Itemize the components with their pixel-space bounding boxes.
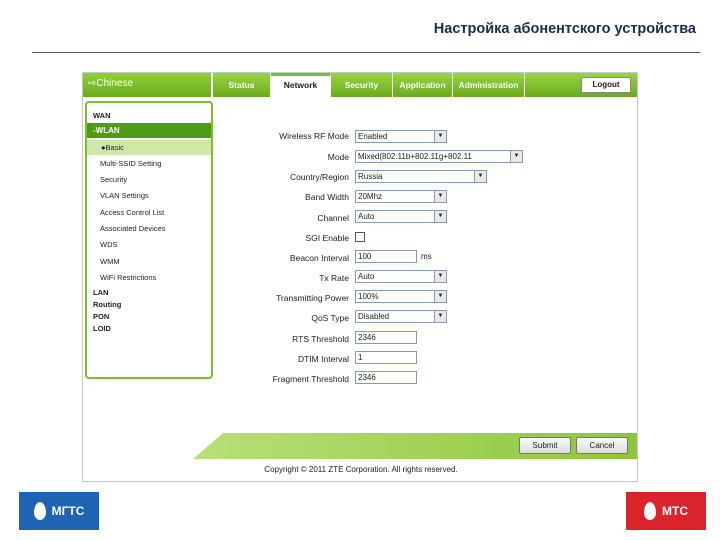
qos-type-select[interactable]: Disabled ▼: [355, 310, 447, 323]
label-rf-mode: Wireless RF Mode: [279, 131, 349, 141]
chevron-down-icon: ▼: [510, 151, 522, 162]
channel-select[interactable]: Auto ▼: [355, 210, 447, 223]
country-value: Russia: [358, 172, 383, 181]
sidebar-item-wan[interactable]: WAN: [93, 111, 111, 121]
logout-button[interactable]: Logout: [581, 77, 631, 93]
rts-threshold-input[interactable]: 2346: [355, 331, 417, 344]
submit-button[interactable]: Submit: [519, 437, 571, 454]
sidebar-item-security[interactable]: Security: [100, 175, 127, 185]
sidebar-item-pon[interactable]: PON: [93, 312, 109, 322]
beacon-interval-input[interactable]: 100: [355, 250, 417, 263]
tab-administration[interactable]: Administration: [453, 73, 525, 97]
sidebar-item-routing[interactable]: Routing: [93, 300, 121, 310]
router-web-ui: ⇨Chinese Status Network Security Applica…: [82, 72, 638, 482]
tab-network[interactable]: Network: [271, 73, 331, 97]
mode-value: Mixed(802.11b+802.11g+802.11: [358, 152, 472, 161]
label-mode: Mode: [327, 152, 349, 162]
left-sidebar: WAN -WLAN ●Basic Multi-SSID Setting Secu…: [85, 101, 213, 379]
sgi-enable-checkbox[interactable]: [355, 232, 365, 242]
band-width-select[interactable]: 20Mhz ▼: [355, 190, 447, 203]
channel-value: Auto: [358, 212, 375, 221]
mts-logo: МТС: [626, 492, 706, 530]
sidebar-item-basic[interactable]: ●Basic: [87, 140, 211, 155]
chevron-down-icon: ▼: [434, 211, 446, 222]
sidebar-item-lan[interactable]: LAN: [93, 288, 108, 298]
tx-power-value: 100%: [358, 292, 379, 301]
language-brand-label[interactable]: ⇨Chinese: [83, 73, 213, 97]
tx-power-select[interactable]: 100% ▼: [355, 290, 447, 303]
beacon-unit-label: ms: [421, 252, 432, 261]
chevron-down-icon: ▼: [434, 311, 446, 322]
dtim-interval-input[interactable]: 1: [355, 351, 417, 364]
chevron-down-icon: ▼: [434, 131, 446, 142]
fragment-threshold-input[interactable]: 2346: [355, 371, 417, 384]
slide-title: Настройка абонентского устройства: [433, 21, 696, 37]
tx-rate-value: Auto: [358, 272, 375, 281]
copyright-text: Copyright © 2011 ZTE Corporation. All ri…: [264, 465, 458, 474]
label-dtim-interval: DTIM Interval: [297, 354, 349, 364]
sidebar-item-wds[interactable]: WDS: [100, 240, 118, 250]
tab-status[interactable]: Status: [213, 73, 271, 97]
mgts-egg-icon: [33, 502, 46, 520]
label-tx-power: Transmitting Power: [276, 293, 349, 303]
sidebar-item-multi-ssid[interactable]: Multi-SSID Setting: [100, 159, 161, 169]
sidebar-item-loid[interactable]: LOID: [93, 324, 111, 334]
chevron-down-icon: ▼: [434, 191, 446, 202]
sidebar-item-associated-devices[interactable]: Associated Devices: [100, 224, 165, 234]
sidebar-item-vlan-settings[interactable]: VLAN Settings: [100, 191, 149, 201]
qos-type-value: Disabled: [358, 312, 390, 321]
rf-mode-select[interactable]: Enabled ▼: [355, 130, 447, 143]
bottom-action-band: [193, 433, 637, 459]
label-country: Country/Region: [289, 172, 349, 182]
chevron-down-icon: ▼: [434, 271, 446, 282]
label-band-width: Band Width: [305, 192, 349, 202]
tx-rate-select[interactable]: Auto ▼: [355, 270, 447, 283]
label-sgi-enable: SGI Enable: [305, 233, 349, 243]
rf-mode-value: Enabled: [358, 132, 388, 141]
chevron-down-icon: ▼: [474, 171, 486, 182]
label-qos-type: QoS Type: [311, 313, 349, 323]
sidebar-item-wlan[interactable]: -WLAN: [87, 123, 211, 138]
label-rts-threshold: RTS Threshold: [292, 334, 349, 344]
tab-application[interactable]: Application: [393, 73, 453, 97]
label-fragment-threshold: Fragment Threshold: [272, 374, 349, 384]
cancel-button[interactable]: Cancel: [576, 437, 628, 454]
sidebar-item-acl[interactable]: Access Control List: [100, 208, 164, 218]
mgts-logo-text: МГТС: [51, 504, 85, 518]
sidebar-item-wifi-restrictions[interactable]: WiFi Restrictions: [100, 273, 156, 283]
chevron-down-icon: ▼: [434, 291, 446, 302]
top-nav-bar: ⇨Chinese Status Network Security Applica…: [83, 73, 637, 97]
country-select[interactable]: Russia ▼: [355, 170, 487, 183]
mode-select[interactable]: Mixed(802.11b+802.11g+802.11 ▼: [355, 150, 523, 163]
mts-logo-text: МТС: [662, 504, 688, 518]
mgts-logo: МГТС: [19, 492, 99, 530]
tab-security[interactable]: Security: [331, 73, 393, 97]
sidebar-item-wmm[interactable]: WMM: [100, 257, 120, 267]
title-divider: [32, 52, 700, 53]
mts-egg-icon: [644, 502, 656, 520]
band-width-value: 20Mhz: [358, 192, 383, 201]
label-channel: Channel: [317, 213, 349, 223]
label-beacon-interval: Beacon Interval: [289, 253, 349, 263]
label-tx-rate: Tx Rate: [319, 273, 349, 283]
